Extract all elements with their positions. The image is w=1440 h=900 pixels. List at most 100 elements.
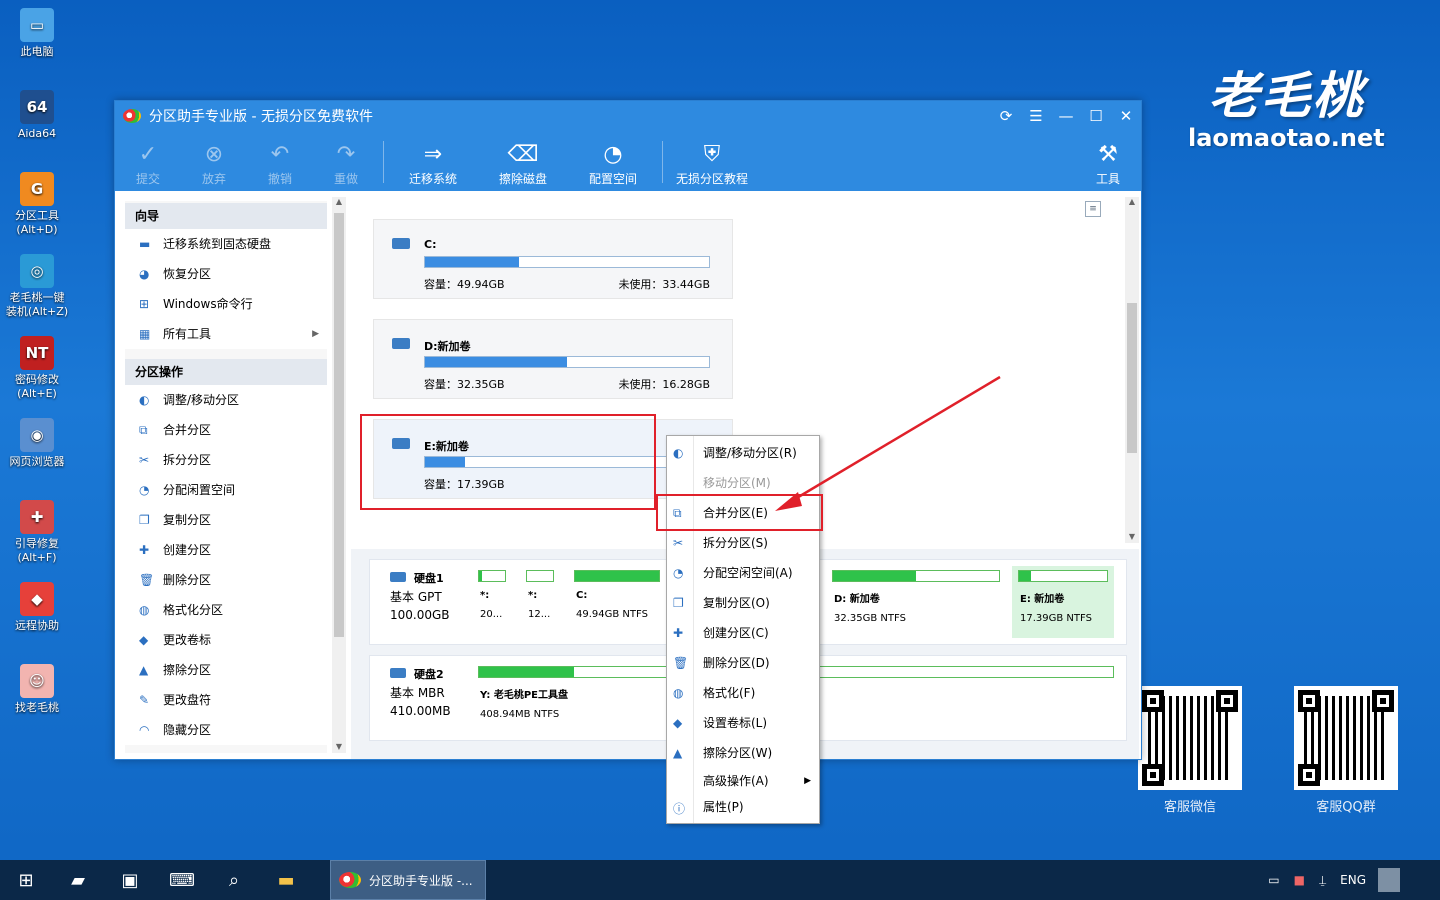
toolbar-button[interactable]: ⌫ 擦除磁盘	[478, 140, 568, 187]
taskbar-app-partition[interactable]: 分区助手专业版 -...	[330, 860, 486, 900]
context-menu-item[interactable]: ◐ 调整/移动分区(R)	[667, 438, 819, 468]
partition-name: C:	[424, 238, 437, 251]
toolbar-button[interactable]: ↷ 重做	[313, 140, 379, 187]
partition-card[interactable]: D:新加卷 容量：32.35GB 未使用：16.28GB	[373, 319, 733, 399]
keyboard-icon[interactable]: ⌨	[156, 860, 208, 900]
computer-icon[interactable]: ▣	[104, 860, 156, 900]
sidebar-item[interactable]: ◆ 更改卷标	[125, 625, 327, 655]
disk-partition-cell[interactable]: E: 新加卷 17.39GB NTFS	[1012, 566, 1114, 638]
desktop-icon[interactable]: ◆ 远程协助	[4, 582, 70, 633]
start-icon[interactable]: ⊞	[0, 860, 52, 900]
desktop-icon-label: 远程协助	[15, 619, 59, 632]
toolbar-button[interactable]: ✓ 提交	[115, 140, 181, 187]
sidebar-item[interactable]: ◐ 调整/移动分区	[125, 385, 327, 415]
toolbar-button[interactable]: ⊗ 放弃	[181, 140, 247, 187]
context-menu-item[interactable]: ◔ 分配空闲空间(A)	[667, 558, 819, 588]
usb-icon[interactable]: ⍊	[1319, 873, 1326, 888]
sidebar-item[interactable]: ⧉ 合并分区	[125, 415, 327, 445]
refresh-icon[interactable]: ⟳	[991, 107, 1021, 125]
scroll-down-icon[interactable]: ▼	[332, 742, 346, 751]
context-menu-item[interactable]: 高级操作(A) ▶	[667, 768, 819, 794]
minimize-icon[interactable]: —	[1051, 107, 1081, 125]
sidebar-item[interactable]: ◍ 格式化分区	[125, 595, 327, 625]
partition-cell-size: 20...	[480, 609, 503, 620]
scroll-thumb[interactable]	[334, 213, 344, 637]
context-menu-item[interactable]: ◆ 设置卷标(L)	[667, 708, 819, 738]
disk-partition-cell[interactable]: D: 新加卷 32.35GB NTFS	[826, 566, 1006, 638]
sidebar-item[interactable]: ▲ 擦除分区	[125, 655, 327, 685]
menu-icon[interactable]: ☰	[1021, 107, 1051, 125]
sidebar-item[interactable]: ▬ 迁移系统到固态硬盘	[125, 229, 327, 259]
usage-fill	[425, 357, 567, 367]
drive-icon[interactable]: ▰	[52, 860, 104, 900]
context-menu-item[interactable]: 🗑 删除分区(D)	[667, 648, 819, 678]
toolbar-button[interactable]: ◔ 配置空间	[568, 140, 658, 187]
desktop-icon[interactable]: ◉ 网页浏览器	[4, 418, 70, 469]
sidebar-item[interactable]: 🗑 删除分区	[125, 565, 327, 595]
menu-item-label: 擦除分区(W)	[703, 746, 773, 760]
sidebar-item[interactable]: ◔ 分配闲置空间	[125, 475, 327, 505]
scroll-down-icon[interactable]: ▼	[1125, 532, 1139, 541]
desktop-icon[interactable]: ▭ 此电脑	[4, 8, 70, 59]
app-logo-icon	[339, 872, 361, 888]
sidebar-item[interactable]: ◕ 恢复分区	[125, 259, 327, 289]
sidebar-scrollbar[interactable]: ▲ ▼	[332, 197, 346, 753]
context-menu-item[interactable]: ⓘ 属性(P)	[667, 794, 819, 820]
view-toggle-icon[interactable]: ≡	[1085, 201, 1101, 217]
network-icon[interactable]: ▭	[1268, 873, 1279, 887]
scroll-up-icon[interactable]: ▲	[1125, 197, 1139, 206]
toolbar-button[interactable]: ↶ 撤销	[247, 140, 313, 187]
desktop-icon[interactable]: ✚ 引导修复 (Alt+F)	[4, 500, 70, 565]
title-bar[interactable]: 分区助手专业版 - 无损分区免费软件 ⟳ ☰ — ☐ ✕	[115, 101, 1141, 131]
sidebar-item[interactable]: ▦ 所有工具 ▶	[125, 319, 327, 349]
scroll-thumb[interactable]	[1127, 303, 1137, 453]
desktop-icon[interactable]: 64 Aida64	[4, 90, 70, 141]
desktop-icon[interactable]: G 分区工具 (Alt+D)	[4, 172, 70, 237]
partition-scrollbar[interactable]: ▲ ▼	[1125, 197, 1139, 543]
toolbar-button[interactable]: ⇒ 迁移系统	[388, 140, 478, 187]
toolbar-label: 撤销	[267, 172, 292, 186]
desktop-icon[interactable]: NT 密码修改 (Alt+E)	[4, 336, 70, 401]
toolbar-label: 擦除磁盘	[498, 172, 547, 186]
toolbar-button[interactable]: ⛨ 无损分区教程	[667, 140, 757, 187]
sidebar-item-icon: ✎	[139, 693, 150, 707]
disk-partition-cell[interactable]: *: 12...	[520, 566, 560, 638]
sidebar-item[interactable]: ⊞ Windows命令行	[125, 289, 327, 319]
desktop-icon[interactable]: ◎ 老毛桃一键 装机(Alt+Z)	[4, 254, 70, 319]
sidebar-item-label: 合并分区	[163, 423, 212, 437]
disk-name: 硬盘2	[414, 668, 444, 681]
desktop-icon[interactable]: ☺ 找老毛桃	[4, 664, 70, 715]
sidebar-item[interactable]: ✎ 更改盘符	[125, 685, 327, 715]
context-menu-item[interactable]: ✂ 拆分分区(S)	[667, 528, 819, 558]
display-icon[interactable]: ■	[1294, 873, 1305, 887]
sidebar-item[interactable]: ✚ 创建分区	[125, 535, 327, 565]
language-indicator[interactable]: ENG	[1340, 873, 1366, 887]
partition-bar	[478, 570, 506, 582]
sidebar-item[interactable]: ❐ 复制分区	[125, 505, 327, 535]
disk-icon	[390, 572, 406, 582]
close-icon[interactable]: ✕	[1111, 107, 1141, 125]
sidebar-item-label: 所有工具	[163, 327, 212, 341]
search-tool-icon[interactable]: ⌕	[208, 860, 260, 900]
toolbar-icon: ⇒	[423, 142, 443, 167]
toolbar-label: 放弃	[201, 172, 226, 186]
context-menu-item[interactable]: ✚ 创建分区(C)	[667, 618, 819, 648]
context-menu-item[interactable]: ◍ 格式化(F)	[667, 678, 819, 708]
disk-partition-cell[interactable]: C: 49.94GB NTFS	[568, 566, 666, 638]
sidebar-item[interactable]: ✂ 拆分分区	[125, 445, 327, 475]
partition-cell-size: 49.94GB NTFS	[576, 609, 648, 620]
sidebar-item[interactable]: ◠ 隐藏分区	[125, 715, 327, 745]
folder-icon[interactable]: ▬	[260, 860, 312, 900]
scroll-up-icon[interactable]: ▲	[332, 197, 346, 206]
highlight-box	[656, 494, 823, 531]
partition-cell-name: *:	[480, 590, 490, 601]
maximize-icon[interactable]: ☐	[1081, 107, 1111, 125]
sidebar-item-label: Windows命令行	[163, 297, 253, 311]
context-menu-item[interactable]: ❐ 复制分区(O)	[667, 588, 819, 618]
menu-item-icon	[673, 776, 687, 790]
toolbar-button[interactable]: ⚒ 工具	[1075, 140, 1141, 187]
disk-partition-cell[interactable]: *: 20...	[472, 566, 512, 638]
context-menu-item[interactable]: ▲ 擦除分区(W)	[667, 738, 819, 768]
partition-card[interactable]: C: 容量：49.94GB 未使用：33.44GB	[373, 219, 733, 299]
show-desktop-button[interactable]	[1378, 868, 1400, 892]
